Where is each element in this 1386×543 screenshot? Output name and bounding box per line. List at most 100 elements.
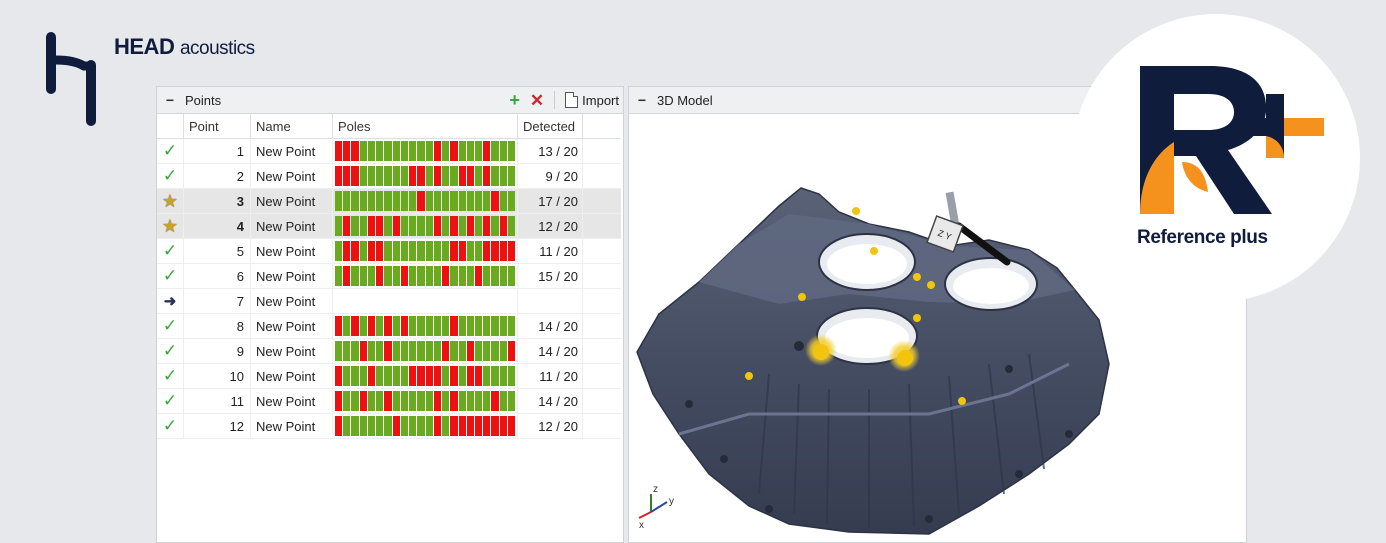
point-name-cell[interactable]: New Point: [250, 413, 333, 439]
point-name-cell[interactable]: New Point: [250, 363, 333, 389]
collapse-minus-icon[interactable]: −: [635, 92, 649, 108]
pole-pass: [384, 416, 392, 436]
table-row[interactable]: ✓ 9 New Point 14 / 20: [157, 338, 621, 364]
import-button[interactable]: Import: [565, 92, 619, 108]
pole-pass: [400, 366, 409, 386]
pole-fail: [491, 191, 499, 211]
pole-pass: [384, 216, 392, 236]
pole-pass: [359, 141, 367, 161]
pole-fail: [433, 166, 442, 186]
point-number-cell: 6: [183, 263, 251, 289]
pole-fail: [384, 316, 392, 336]
status-column-header[interactable]: [157, 114, 184, 139]
point-number-cell: 10: [183, 363, 251, 389]
pole-pass: [367, 391, 376, 411]
pole-pass: [458, 391, 466, 411]
pole-pass: [359, 216, 367, 236]
point-number-cell: 1: [183, 138, 251, 164]
pole-fail: [483, 141, 491, 161]
pole-fail: [458, 241, 466, 261]
pole-pass: [409, 141, 417, 161]
poles-column-header[interactable]: Poles: [332, 114, 518, 139]
pole-pass: [425, 216, 433, 236]
status-cell: ✓: [157, 338, 184, 364]
pole-pass: [433, 316, 442, 336]
pole-pass: [417, 391, 425, 411]
pole-pass: [417, 416, 425, 436]
pole-fail: [409, 166, 417, 186]
pole-fail: [466, 366, 474, 386]
delete-point-button[interactable]: ✕: [530, 92, 544, 109]
pole-pass: [425, 166, 433, 186]
table-row[interactable]: ✓ 5 New Point 11 / 20: [157, 238, 621, 264]
pole-pass: [507, 316, 516, 336]
pole-pass: [474, 241, 483, 261]
table-row[interactable]: ✓ 6 New Point 15 / 20: [157, 263, 621, 289]
check-icon: ✓: [162, 141, 178, 160]
table-row[interactable]: ✓ 8 New Point 14 / 20: [157, 313, 621, 339]
point-name-cell[interactable]: New Point: [250, 338, 333, 364]
add-point-button[interactable]: +: [509, 91, 520, 109]
poles-cell: [332, 363, 518, 389]
table-row[interactable]: ★ 4 New Point 12 / 20: [157, 213, 621, 239]
pole-pass: [417, 241, 425, 261]
poles-cell: [332, 138, 518, 164]
pole-pass: [351, 391, 359, 411]
point-name-cell[interactable]: New Point: [250, 138, 333, 164]
pole-pass: [507, 391, 516, 411]
table-row[interactable]: ➜ 7 New Point: [157, 288, 621, 314]
pole-pass: [425, 341, 433, 361]
collapse-minus-icon[interactable]: −: [163, 92, 177, 108]
points-table-body: ✓ 1 New Point 13 / 20 ✓ 2 New Point 9 / 20 ★ 3 New…: [157, 138, 621, 439]
pole-pass: [442, 166, 450, 186]
table-row[interactable]: ✓ 12 New Point 12 / 20: [157, 413, 621, 439]
pole-pass: [499, 316, 507, 336]
table-row[interactable]: ✓ 11 New Point 14 / 20: [157, 388, 621, 414]
pole-fail: [458, 416, 466, 436]
detected-cell: 14 / 20: [517, 338, 583, 364]
point-name-cell[interactable]: New Point: [250, 163, 333, 189]
table-row[interactable]: ✓ 2 New Point 9 / 20: [157, 163, 621, 189]
point-name-cell[interactable]: New Point: [250, 238, 333, 264]
detected-cell: 9 / 20: [517, 163, 583, 189]
detected-cell: 13 / 20: [517, 138, 583, 164]
pole-fail: [400, 316, 409, 336]
empty-cell: [582, 238, 621, 264]
point-name-cell[interactable]: New Point: [250, 213, 333, 239]
point-name-cell[interactable]: New Point: [250, 388, 333, 414]
pole-pass: [417, 316, 425, 336]
poles-cell: [332, 338, 518, 364]
point-name-cell[interactable]: New Point: [250, 263, 333, 289]
pole-fail: [433, 216, 442, 236]
point-name-cell[interactable]: New Point: [250, 288, 333, 314]
pole-pass: [392, 341, 400, 361]
empty-cell: [582, 313, 621, 339]
point-name-cell[interactable]: New Point: [250, 188, 333, 214]
reference-plus-label: Reference plus: [1137, 227, 1268, 248]
pole-pass: [425, 141, 433, 161]
name-column-header[interactable]: Name: [250, 114, 333, 139]
pole-fail: [474, 416, 483, 436]
detected-column-header[interactable]: Detected: [517, 114, 583, 139]
pole-pass: [425, 416, 433, 436]
point-number-cell: 5: [183, 238, 251, 264]
pole-fail: [384, 341, 392, 361]
pole-pass: [466, 241, 474, 261]
point-column-header[interactable]: Point: [183, 114, 251, 139]
pole-fail: [433, 416, 442, 436]
table-row[interactable]: ✓ 10 New Point 11 / 20: [157, 363, 621, 389]
pole-pass: [384, 166, 392, 186]
pole-pass: [409, 191, 417, 211]
point-name-cell[interactable]: New Point: [250, 313, 333, 339]
check-icon: ✓: [162, 366, 178, 385]
poles-bar: [335, 416, 516, 436]
detected-cell: 14 / 20: [517, 313, 583, 339]
table-row[interactable]: ✓ 1 New Point 13 / 20: [157, 138, 621, 164]
pole-pass: [367, 191, 376, 211]
pole-fail: [343, 266, 351, 286]
check-icon: ✓: [162, 416, 178, 435]
table-row[interactable]: ★ 3 New Point 17 / 20: [157, 188, 621, 214]
star-icon: ★: [161, 215, 179, 236]
pole-pass: [409, 266, 417, 286]
pole-pass: [491, 166, 499, 186]
